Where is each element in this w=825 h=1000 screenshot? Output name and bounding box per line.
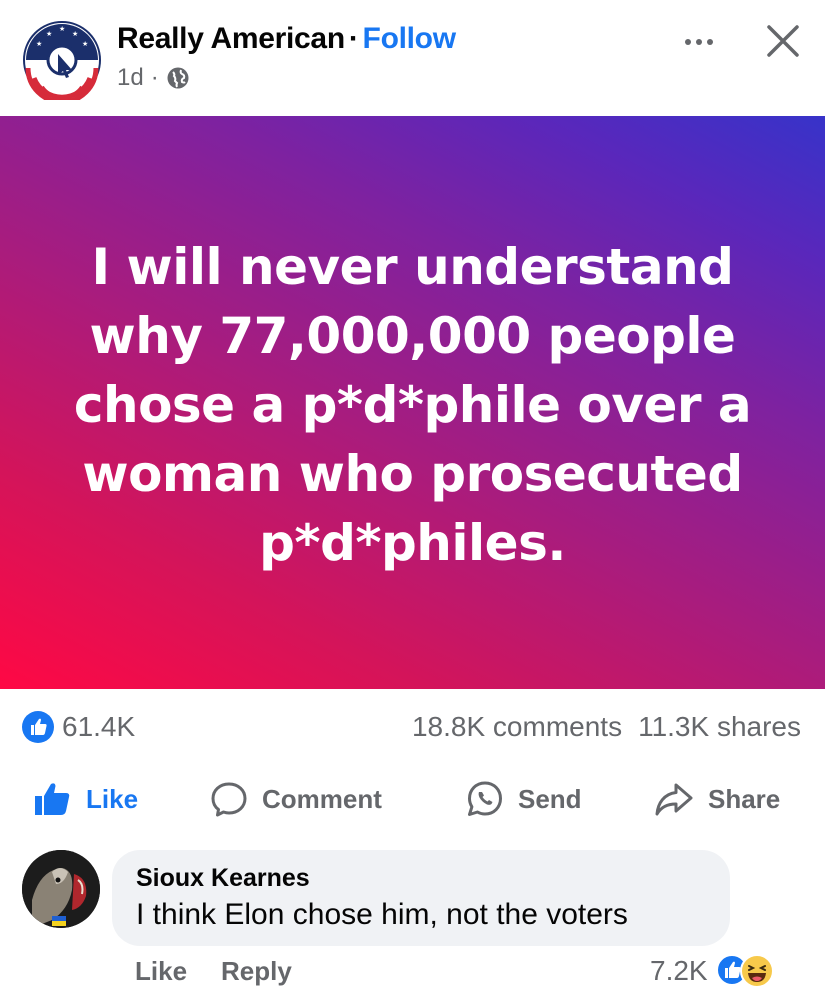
comment-reply-button[interactable]: Reply [221,956,292,986]
page-name[interactable]: Really American [117,22,345,55]
like-count: 61.4K [62,711,136,742]
comment-count[interactable]: 18.8K comments [412,711,622,742]
svg-text:★: ★ [46,30,52,38]
comment-label: Comment [262,783,382,814]
comments-shares: 18.8K comments 11.3K shares [412,711,801,743]
svg-text:★: ★ [59,25,65,33]
comment-like-button[interactable]: Like [135,956,187,986]
send-button[interactable]: Send [466,775,582,823]
page-name-line: Really American · Follow [117,22,456,56]
page-avatar[interactable]: ★ ★ ★ ★ ★ [22,20,102,105]
whatsapp-icon [468,781,502,816]
comment-reaction-count: 7.2K [650,955,708,986]
like-reaction-icon [22,711,54,743]
comment-reactions[interactable]: 7.2K [650,954,774,988]
like-label: Like [86,783,139,814]
haha-icon [739,954,774,988]
share-label: Share [708,783,781,814]
post-actions: Like Comment Send Share [0,765,825,835]
share-count[interactable]: 11.3K shares [638,711,801,742]
comment-text: I think Elon chose him, not the voters [136,898,628,931]
comment-actions: Like Reply [135,956,292,987]
like-button[interactable]: Like [32,775,138,823]
reaction-summary[interactable]: 61.4K [22,711,135,743]
post-meta: 1d · [117,64,190,92]
post-image[interactable]: I will never understand why 77,000,000 p… [0,116,825,689]
globe-icon [166,66,190,90]
post-header: ★ ★ ★ ★ ★ Really American · Follow 1d · [0,0,825,116]
share-icon [655,783,693,816]
svg-text:★: ★ [72,30,78,38]
share-button[interactable]: Share [654,775,780,823]
comment-icon [211,782,247,817]
close-icon[interactable] [760,18,806,64]
send-label: Send [518,783,582,814]
post-stats: 61.4K 18.8K comments 11.3K shares [0,689,825,765]
post-text: I will never understand why 77,000,000 p… [73,238,752,572]
comment-bubble: Sioux Kearnes I think Elon chose him, no… [112,850,730,946]
comment-author[interactable]: Sioux Kearnes [136,864,310,893]
commenter-avatar[interactable] [22,850,100,928]
follow-button[interactable]: Follow [363,22,456,55]
name-separator: · [348,22,359,55]
comment-button[interactable]: Comment [210,775,382,823]
post-time[interactable]: 1d [117,64,144,92]
meta-separator: · [150,64,159,91]
reaction-icons [715,954,774,988]
svg-text:★: ★ [82,40,88,48]
more-icon[interactable] [676,24,724,60]
thumbs-up-icon [35,783,70,815]
svg-text:★: ★ [36,40,42,48]
